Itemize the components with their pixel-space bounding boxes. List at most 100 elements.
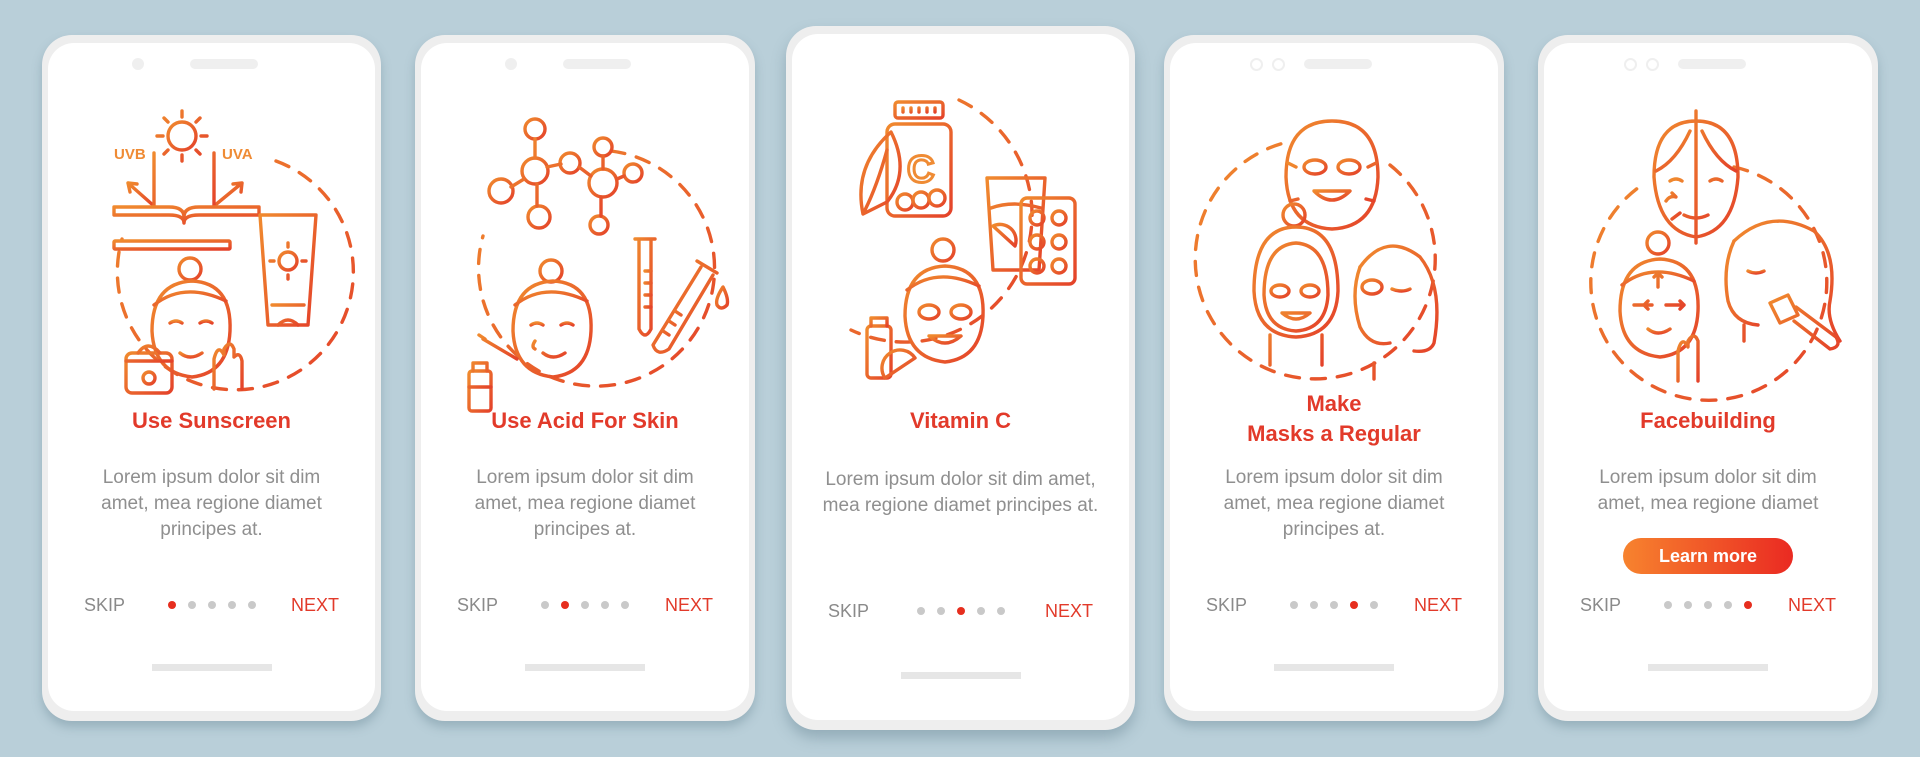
page-dot-1[interactable] bbox=[541, 601, 549, 609]
front-camera bbox=[505, 58, 517, 70]
next-button[interactable]: NEXT bbox=[1414, 592, 1462, 618]
skip-button[interactable]: SKIP bbox=[1580, 592, 1621, 618]
ray-right-arrow bbox=[211, 181, 244, 208]
orange-slice-icon bbox=[879, 348, 917, 380]
screen-description: Lorem ipsum dolor sit dim amet, mea regi… bbox=[1597, 467, 1819, 514]
uvb-label: UVB bbox=[114, 146, 146, 163]
page-dot-5[interactable] bbox=[1370, 601, 1378, 609]
onboarding-footer: SKIP NEXT bbox=[421, 592, 749, 618]
screen-description: Lorem ipsum dolor sit dim amet, mea regi… bbox=[474, 467, 696, 540]
page-dot-4[interactable] bbox=[1724, 601, 1732, 609]
phone-screen-1: UVB UVA Use Sunscreen Lorem ipsum dolor … bbox=[42, 35, 381, 721]
screen-3: C Vitamin C Lorem ipsum dolor sit dim am… bbox=[792, 34, 1129, 720]
home-indicator[interactable] bbox=[151, 664, 272, 671]
skip-button[interactable]: SKIP bbox=[84, 592, 125, 618]
front-sensor bbox=[1272, 58, 1285, 71]
page-dot-1[interactable] bbox=[1664, 601, 1672, 609]
next-button[interactable]: NEXT bbox=[291, 592, 339, 618]
page-dot-2[interactable] bbox=[936, 607, 945, 615]
learn-more-button[interactable]: Learn more bbox=[1623, 538, 1793, 574]
page-indicator bbox=[541, 601, 629, 609]
page-dot-4-active[interactable] bbox=[1350, 601, 1358, 609]
leaf-icon bbox=[858, 130, 902, 216]
page-dot-4[interactable] bbox=[227, 601, 236, 609]
acid-skin-illustration bbox=[421, 91, 749, 421]
next-button[interactable]: NEXT bbox=[665, 592, 713, 618]
home-indicator[interactable] bbox=[1274, 664, 1394, 671]
screen-description: Lorem ipsum dolor sit dim amet, mea regi… bbox=[101, 467, 322, 540]
screen-title: Facebuilding bbox=[1640, 408, 1776, 433]
phone-screen-5: Facebuilding Lorem ipsum dolor sit dim a… bbox=[1538, 35, 1878, 721]
screen-title-line-1: Make bbox=[1306, 391, 1362, 416]
speaker-grille bbox=[190, 59, 258, 69]
vitamin-c-illustration: C bbox=[792, 90, 1129, 420]
next-button[interactable]: NEXT bbox=[1788, 592, 1836, 618]
skip-button[interactable]: SKIP bbox=[1206, 592, 1247, 618]
page-dot-5[interactable] bbox=[996, 607, 1005, 615]
woman-eye-patches-icon bbox=[1353, 244, 1439, 381]
phone-screen-3: C Vitamin C Lorem ipsum dolor sit dim am… bbox=[786, 26, 1135, 730]
home-indicator[interactable] bbox=[900, 672, 1021, 679]
sun-icon bbox=[154, 109, 209, 163]
bottle-icon bbox=[864, 316, 893, 380]
screen-description: Lorem ipsum dolor sit dim amet, mea regi… bbox=[1223, 467, 1445, 540]
page-dot-4[interactable] bbox=[601, 601, 609, 609]
page-indicator bbox=[1290, 601, 1378, 609]
onboarding-footer: SKIP NEXT bbox=[792, 598, 1129, 624]
page-dot-4[interactable] bbox=[976, 607, 985, 615]
vitamin-c-letter: C bbox=[907, 149, 934, 191]
page-dot-1[interactable] bbox=[1290, 601, 1298, 609]
screen-title: Vitamin C bbox=[909, 408, 1012, 433]
phone-screen-4: Make Masks a Regular Lorem ipsum dolor s… bbox=[1164, 35, 1504, 721]
onboarding-footer: SKIP NEXT bbox=[48, 592, 375, 618]
page-dot-5-active[interactable] bbox=[1744, 601, 1752, 609]
dropper-icon bbox=[477, 333, 519, 361]
speaker-grille bbox=[563, 59, 631, 69]
page-dot-5[interactable] bbox=[247, 601, 256, 609]
front-camera bbox=[1624, 58, 1637, 71]
screen-1: UVB UVA Use Sunscreen Lorem ipsum dolor … bbox=[48, 43, 375, 711]
page-dot-2-active[interactable] bbox=[561, 601, 569, 609]
screen-title: Use Acid For Skin bbox=[491, 408, 679, 433]
page-dot-1[interactable] bbox=[916, 607, 925, 615]
sunscreen-tube-icon bbox=[257, 213, 318, 327]
woman-face-roller-icon bbox=[1724, 219, 1842, 351]
front-camera bbox=[1250, 58, 1263, 71]
skin-layer-2 bbox=[111, 239, 232, 251]
onboarding-footer: SKIP NEXT bbox=[1170, 592, 1498, 618]
page-indicator bbox=[916, 607, 1005, 615]
skip-button[interactable]: SKIP bbox=[457, 592, 498, 618]
dashed-circle bbox=[1193, 141, 1437, 381]
page-dot-5[interactable] bbox=[621, 601, 629, 609]
woman-face-icon bbox=[149, 256, 232, 379]
sunscreen-illustration: UVB UVA bbox=[48, 91, 375, 421]
speaker-grille bbox=[1678, 59, 1746, 69]
screen-5: Facebuilding Lorem ipsum dolor sit dim a… bbox=[1544, 43, 1872, 711]
page-dot-2[interactable] bbox=[187, 601, 196, 609]
page-dot-3[interactable] bbox=[1330, 601, 1338, 609]
woman-face-icon bbox=[511, 258, 593, 379]
cream-jar-icon bbox=[123, 344, 174, 395]
front-sensor bbox=[1646, 58, 1659, 71]
phone-screen-2: Use Acid For Skin Lorem ipsum dolor sit … bbox=[415, 35, 755, 721]
speaker-grille bbox=[1304, 59, 1372, 69]
woman-massage-face-icon bbox=[1618, 230, 1700, 383]
page-dot-2[interactable] bbox=[1684, 601, 1692, 609]
page-dot-3[interactable] bbox=[581, 601, 589, 609]
page-dot-1-active[interactable] bbox=[167, 601, 176, 609]
sheet-mask-icon bbox=[1284, 119, 1380, 231]
dashed-circle bbox=[848, 98, 1034, 344]
home-indicator[interactable] bbox=[525, 664, 645, 671]
uva-label: UVA bbox=[222, 146, 253, 163]
screen-description: Lorem ipsum dolor sit dim amet, mea regi… bbox=[822, 469, 1099, 516]
page-dot-3[interactable] bbox=[207, 601, 216, 609]
screen-4: Make Masks a Regular Lorem ipsum dolor s… bbox=[1170, 43, 1498, 711]
screen-2: Use Acid For Skin Lorem ipsum dolor sit … bbox=[421, 43, 749, 711]
skip-button[interactable]: SKIP bbox=[828, 598, 869, 624]
page-dot-3[interactable] bbox=[1704, 601, 1712, 609]
page-dot-3-active[interactable] bbox=[956, 607, 965, 615]
page-dot-2[interactable] bbox=[1310, 601, 1318, 609]
home-indicator[interactable] bbox=[1648, 664, 1768, 671]
next-button[interactable]: NEXT bbox=[1045, 598, 1093, 624]
ray-left-arrow bbox=[125, 181, 156, 208]
